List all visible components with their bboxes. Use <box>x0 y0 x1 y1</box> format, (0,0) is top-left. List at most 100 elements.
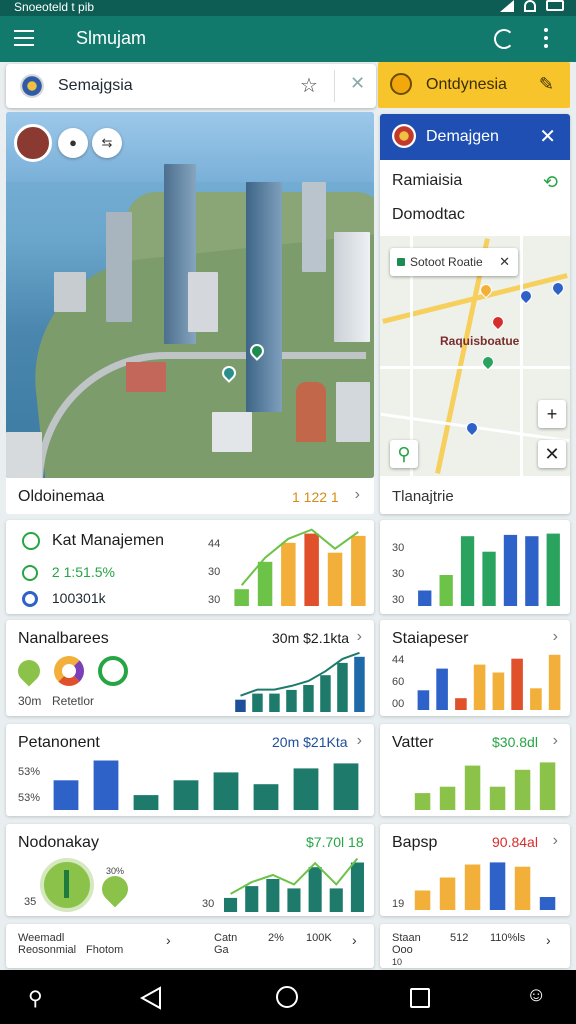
menu-icon[interactable] <box>14 30 34 46</box>
bottom-row-right[interactable]: Staan Ooo 512 110%ls 10 › <box>380 924 570 968</box>
bar-chart <box>235 652 365 712</box>
link-icon[interactable]: ⟲ <box>543 172 558 193</box>
refresh-icon[interactable] <box>494 29 514 49</box>
back-icon[interactable] <box>140 986 162 1010</box>
card-nodo[interactable]: Nodonakay $7.70l 18 35 30% 30 <box>6 824 374 916</box>
bottom-text: Staan <box>392 932 421 944</box>
region-chip[interactable]: Ontdynesia ✎ <box>378 62 570 108</box>
chart-bar <box>539 762 556 810</box>
hero-caption-value: 1 122 1 <box>292 489 339 505</box>
system-nav-bar: ⚲ ☺ <box>0 970 576 1024</box>
chevron-right-icon[interactable]: › <box>355 486 360 504</box>
card-vatter[interactable]: Vatter $30.8dl › <box>380 724 570 816</box>
chevron-right-icon[interactable]: › <box>357 628 362 646</box>
card-nana-value: 30m $2.1kta <box>272 630 350 646</box>
chart-bar <box>253 784 279 810</box>
chevron-right-icon[interactable]: › <box>546 933 551 947</box>
map-tooltip[interactable]: Sotoot Roatie ✕ <box>390 248 518 276</box>
camera-icon[interactable]: ● <box>58 128 88 158</box>
y-tick: 53% <box>18 792 41 804</box>
y-tick: 30 <box>392 568 405 580</box>
chart-bar <box>539 897 556 910</box>
chart-bar <box>327 552 343 606</box>
card-staia-title: Staiapeser <box>392 630 469 647</box>
location-panel-header: Demajgen ✕ <box>380 114 570 160</box>
card-vatter-title: Vatter <box>392 734 434 751</box>
close-icon[interactable]: ✕ <box>499 248 510 276</box>
edit-icon[interactable]: ✎ <box>539 74 554 95</box>
gauge-needle <box>64 870 69 898</box>
chart-bar <box>266 879 280 912</box>
map-tooltip-text: Sotoot Roatie <box>410 255 483 269</box>
card-peta-title: Petanonent <box>18 734 100 751</box>
card-staia[interactable]: Staiapeser › 44 60 00 <box>380 620 570 716</box>
chart-bar <box>439 877 456 910</box>
more-vert-icon[interactable] <box>544 28 550 50</box>
bottom-text: 10 <box>392 957 403 967</box>
chart-bar <box>417 690 430 710</box>
hero-caption[interactable]: Oldoinemaa 1 122 1 › <box>6 478 374 514</box>
map-pin-icon[interactable] <box>549 279 567 297</box>
close-icon[interactable]: ✕ <box>539 124 556 149</box>
chevron-right-icon[interactable]: › <box>553 628 558 646</box>
chart-bar <box>329 888 343 912</box>
bar-chart <box>414 762 556 810</box>
metric-value: 2 1:51.5% <box>51 564 115 580</box>
y-tick: 30 <box>392 542 405 554</box>
bar-chart <box>414 862 556 910</box>
close-icon[interactable]: ✕ <box>350 73 365 94</box>
search-bar[interactable]: Semajgsia ☆ ✕ <box>6 64 376 108</box>
card-bapsp[interactable]: Bapsp 90.84al › 19 <box>380 824 570 916</box>
chart-bar <box>304 533 319 606</box>
avatar[interactable] <box>14 124 52 162</box>
keyboard-icon[interactable]: ⚲ <box>28 986 43 1011</box>
chart-bar <box>286 689 297 712</box>
search-text[interactable]: Semajgsia <box>58 77 133 95</box>
metric-row: 2 1:51.5% <box>22 564 115 582</box>
card-nana-footer-left: 30m <box>18 694 42 708</box>
home-icon[interactable] <box>276 986 298 1008</box>
chevron-right-icon[interactable]: › <box>352 933 357 947</box>
card-nana[interactable]: Nanalbarees 30m $2.1kta › 30m Retetlor <box>6 620 374 716</box>
bottom-text: Ooo <box>392 944 413 956</box>
bottom-text: 110%ls <box>490 932 526 944</box>
card-bapsp-title: Bapsp <box>392 834 438 851</box>
chart-bar <box>439 786 456 810</box>
chart-bar <box>308 867 322 912</box>
y-tick: 30 <box>202 898 215 910</box>
chart-bar <box>234 589 249 606</box>
assistant-icon[interactable]: ☺ <box>526 984 546 1007</box>
route-icon[interactable]: ⚲ <box>390 440 418 468</box>
chart-bar <box>320 675 331 712</box>
card-peta[interactable]: Petanonent 20m $21Kta › 53% 53% <box>6 724 374 816</box>
map-pin-icon[interactable] <box>489 313 507 331</box>
location-panel-footer-text: Tlanajtrie <box>392 488 454 505</box>
map-view[interactable]: Sotoot Roatie ✕ Raquisboatue + ✕ ⚲ <box>380 236 570 476</box>
chart-bar <box>464 864 481 910</box>
star-icon[interactable]: ☆ <box>300 73 318 98</box>
chevron-right-icon[interactable]: › <box>357 732 362 750</box>
status-icons <box>500 0 564 12</box>
chart-bar <box>489 786 506 810</box>
card-side-1[interactable]: 30 30 30 <box>380 520 570 614</box>
compass-icon[interactable]: ✕ <box>538 440 566 468</box>
location-subtitle: Domodtac <box>392 206 465 223</box>
map-pin-icon[interactable] <box>463 419 481 437</box>
chevron-right-icon[interactable]: › <box>553 832 558 850</box>
donut-icon <box>54 656 84 686</box>
card-kat[interactable]: Kat Manajemen 2 1:51.5% 100301k 44 30 30 <box>6 520 374 614</box>
bottom-text: Reosonmial <box>18 944 77 956</box>
bar-chart <box>224 858 364 912</box>
bar-chart <box>234 528 366 606</box>
chevron-right-icon[interactable]: › <box>166 933 171 947</box>
chart-bar <box>350 862 364 912</box>
share-icon[interactable]: ⇆ <box>92 128 122 158</box>
chart-bar <box>492 672 505 710</box>
bottom-text: 512 <box>450 932 469 944</box>
zoom-in-icon[interactable]: + <box>538 400 566 428</box>
recents-icon[interactable] <box>410 988 430 1008</box>
chart-bar <box>53 780 79 810</box>
bottom-row-left[interactable]: Weemadl Reosonmial Fhotom › Catn Ga 2% 1… <box>6 924 374 968</box>
bottom-text: Weemadl <box>18 932 65 944</box>
chevron-right-icon[interactable]: › <box>553 732 558 750</box>
